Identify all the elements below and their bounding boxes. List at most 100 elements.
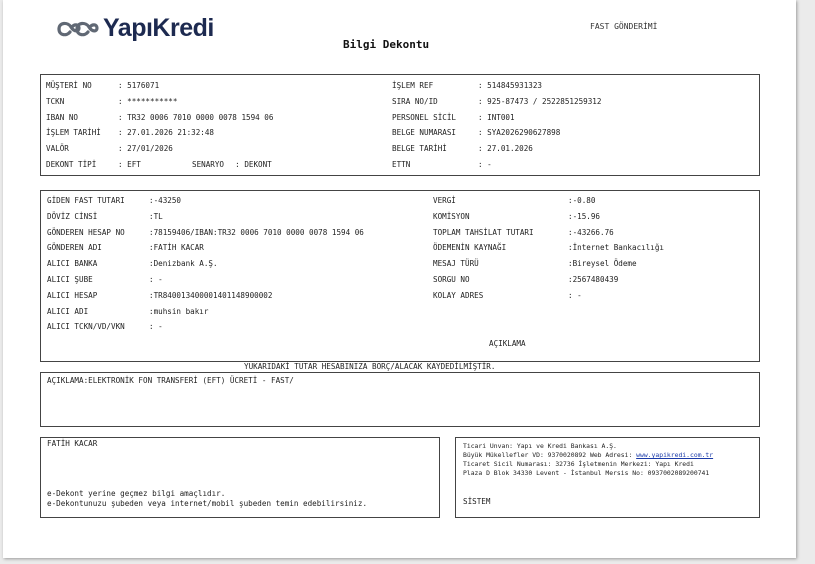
transfer-fee-field-label: SORGU NO: [433, 275, 470, 284]
customer-field-row: VALÖR : 27/01/2026: [46, 144, 173, 154]
brand-name: YapıKredi: [103, 14, 214, 42]
bank-registry: Ticaret Sicil Numarası: 32736 İşletmenin…: [463, 460, 694, 468]
customer-field-row: İŞLEM TARİHİ : 27.01.2026 21:32:48: [46, 128, 214, 138]
transfer-fee-field-value: :Bireysel Ödeme: [568, 259, 637, 269]
customer-ref-field-row: SIRA NO/ID : 925-87473 / 2522851259312: [392, 97, 601, 107]
customer-ref-field-value: : 514845931323: [478, 81, 543, 90]
transfer-field-label: ALICI BANKA: [47, 259, 98, 269]
transfer-fee-field-label: VERGİ: [433, 196, 456, 205]
customer-field-value: : EFT: [118, 160, 141, 169]
transfer-field-value: :FATİH KACAR: [149, 243, 204, 253]
transfer-field-row: ALICI BANKA :Denizbank A.Ş.: [47, 259, 218, 269]
customer-ref-field-row: BELGE TARİHİ : 27.01.2026: [392, 144, 533, 154]
customer-ref-field-label: BELGE NUMARASI: [392, 128, 457, 138]
description-text: AÇIKLAMA:ELEKTRONİK FON TRANSFERİ (EFT) …: [47, 376, 294, 385]
footer-note-1: e-Dekont yerine geçmez bilgi amaçlıdır.: [47, 489, 226, 498]
customer-ref-field-label: ETTN: [392, 160, 411, 169]
customer-ref-field-value: : 27.01.2026: [478, 144, 533, 154]
customer-field-row: IBAN NO : TR32 0006 7010 0000 0078 1594 0…: [46, 113, 273, 123]
transfer-field-row: GÖNDEREN ADI :FATİH KACAR: [47, 243, 204, 253]
customer-ref-field-row: PERSONEL SİCİL : INT001: [392, 113, 515, 123]
customer-ref-field-label: BELGE TARİHİ: [392, 144, 447, 154]
customer-field-row: MÜŞTERİ NO : 5176071: [46, 81, 159, 91]
transfer-field-value: : -: [149, 322, 163, 332]
customer-ref-field-value: : SYA2026290627898: [478, 128, 561, 138]
fast-title: FAST GÖNDERİMİ: [590, 22, 658, 31]
customer-field-row: TCKN : ***********: [46, 97, 177, 107]
customer-ref-field-row: İŞLEM REF : 514845931323: [392, 81, 542, 91]
transfer-field-value: :Denizbank A.Ş.: [149, 259, 218, 269]
transfer-fee-field-label: KOLAY ADRES: [433, 290, 484, 300]
customer-ref-field-label: İŞLEM REF: [392, 81, 434, 90]
transfer-fee-field-value: :-43266.76: [568, 227, 614, 237]
transfer-field-row: GÖNDEREN HESAP NO :78159406/IBAN:TR32 000…: [47, 228, 364, 238]
customer-field-value: : TR32 0006 7010 0000 0078 1594 06: [118, 112, 274, 122]
transfer-fee-field-row: TOPLAM TAHSİLAT TUTARI :-43266.76: [433, 228, 614, 238]
transfer-field-row: ALICI TCKN/VD/VKN : -: [47, 322, 163, 332]
transfer-fee-field-value: :-15.96: [568, 211, 601, 221]
customer-ref-field-value: : INT001: [478, 112, 515, 122]
customer-field-value: : ***********: [118, 96, 178, 106]
transfer-fee-field-row: KOMİSYON:-15.96: [433, 212, 600, 222]
transfer-field-label: ALICI TCKN/VD/VKN: [47, 322, 125, 332]
transfer-fee-field-label: TOPLAM TAHSİLAT TUTARI: [433, 227, 534, 237]
transfer-field-value: :muhsin bakır: [149, 306, 209, 316]
doc-title: Bilgi Dekontu: [343, 38, 430, 51]
customer-field-value: : 27.01.2026 21:32:48: [118, 128, 215, 138]
bank-title: Ticari Unvan: Yapı ve Kredi Bankası A.Ş.: [463, 442, 617, 450]
yapikredi-logo-icon: [57, 21, 99, 36]
footer-note-2: e-Dekontunuzu şubeden veya internet/mobi…: [47, 499, 368, 508]
customer-ref-field-value: : 925-87473 / 2522851259312: [478, 96, 602, 106]
customer-ref-field-label: PERSONEL SİCİL: [392, 112, 457, 122]
receipt-page: YapıKredi FAST GÖNDERİMİ Bilgi Dekontu M…: [3, 0, 796, 558]
transfer-field-value: :78159406/IBAN:TR32 0006 7010 0000 0078 …: [149, 227, 364, 237]
customer-field-value: : 27/01/2026: [118, 144, 173, 154]
system-label: SİSTEM: [463, 497, 491, 506]
customer-field-label: VALÖR: [46, 144, 69, 154]
transfer-field-value: : -: [149, 275, 163, 284]
transfer-field-label: GÖNDEREN ADI: [47, 243, 102, 253]
customer-field-row: DEKONT TİPİ : EFT: [46, 160, 141, 170]
scenario-row: SENARYO : DEKONT: [192, 160, 272, 170]
transfer-field-label: ALICI ŞUBE: [47, 275, 93, 284]
bank-web-link[interactable]: www.yapikredi.com.tr: [636, 451, 713, 459]
transfer-field-row: ALICI ADI :muhsin bakır: [47, 307, 208, 317]
transfer-field-value: :TL: [149, 211, 163, 221]
transfer-field-row: DÖVİZ CİNSİ :TL: [47, 212, 163, 222]
bank-tax-text: Büyük Mükellefler VD: 9370020892 Web Adr…: [463, 451, 637, 459]
transfer-fee-field-value: :2567480439: [568, 275, 619, 284]
transfer-field-row: ALICI ŞUBE : -: [47, 275, 163, 285]
transfer-fee-field-value: :İnternet Bankacılığı: [568, 243, 665, 253]
transfer-field-label: DÖVİZ CİNSİ: [47, 211, 98, 221]
brand-logo: YapıKredi: [55, 14, 214, 43]
customer-field-label: DEKONT TİPİ: [46, 160, 97, 169]
bank-tax-line: Büyük Mükellefler VD: 9370020892 Web Adr…: [463, 451, 713, 459]
customer-ref-field-value: : -: [478, 160, 492, 169]
transfer-fee-field-row: MESAJ TÜRÜ :Bireysel Ödeme: [433, 259, 637, 269]
transfer-fee-field-row: ÖDEMENİN KAYNAĞI :İnternet Bankacılığı: [433, 243, 664, 253]
aciklama-heading: AÇIKLAMA: [489, 339, 526, 348]
transfer-field-row: GİDEN FAST TUTARI:-43250: [47, 196, 181, 206]
customer-ref-field-label: SIRA NO/ID: [392, 96, 438, 106]
customer-field-label: IBAN NO: [46, 112, 79, 122]
bank-address: Plaza D Blok 34330 Levent - İstanbul Mer…: [463, 469, 710, 477]
transfer-fee-field-row: SORGU NO :2567480439: [433, 275, 618, 285]
transfer-field-label: GÖNDEREN HESAP NO: [47, 227, 125, 237]
transfer-fee-field-row: KOLAY ADRES : -: [433, 291, 582, 301]
debit-note: YUKARIDAKİ TUTAR HESABINIZA BORÇ/ALACAK …: [244, 362, 496, 371]
scenario-label: SENARYO: [192, 160, 225, 169]
customer-field-value: : 5176071: [118, 81, 160, 90]
customer-field-label: MÜŞTERİ NO: [46, 81, 92, 90]
transfer-fee-field-label: ÖDEMENİN KAYNAĞI: [433, 243, 507, 253]
transfer-field-value: :-43250: [149, 196, 182, 205]
transfer-fee-field-label: MESAJ TÜRÜ: [433, 259, 479, 269]
transfer-fee-field-value: : -: [568, 290, 582, 300]
transfer-field-label: ALICI ADI: [47, 306, 89, 316]
customer-ref-field-row: BELGE NUMARASI : SYA2026290627898: [392, 128, 560, 138]
transfer-field-label: ALICI HESAP: [47, 290, 98, 300]
transfer-field-row: ALICI HESAP :TR840013400001401148900002: [47, 291, 272, 301]
transfer-fee-field-row: VERGİ:-0.80: [433, 196, 595, 206]
transfer-field-value: :TR840013400001401148900002: [149, 290, 273, 300]
customer-field-label: İŞLEM TARİHİ: [46, 128, 101, 138]
customer-field-label: TCKN: [46, 96, 65, 106]
